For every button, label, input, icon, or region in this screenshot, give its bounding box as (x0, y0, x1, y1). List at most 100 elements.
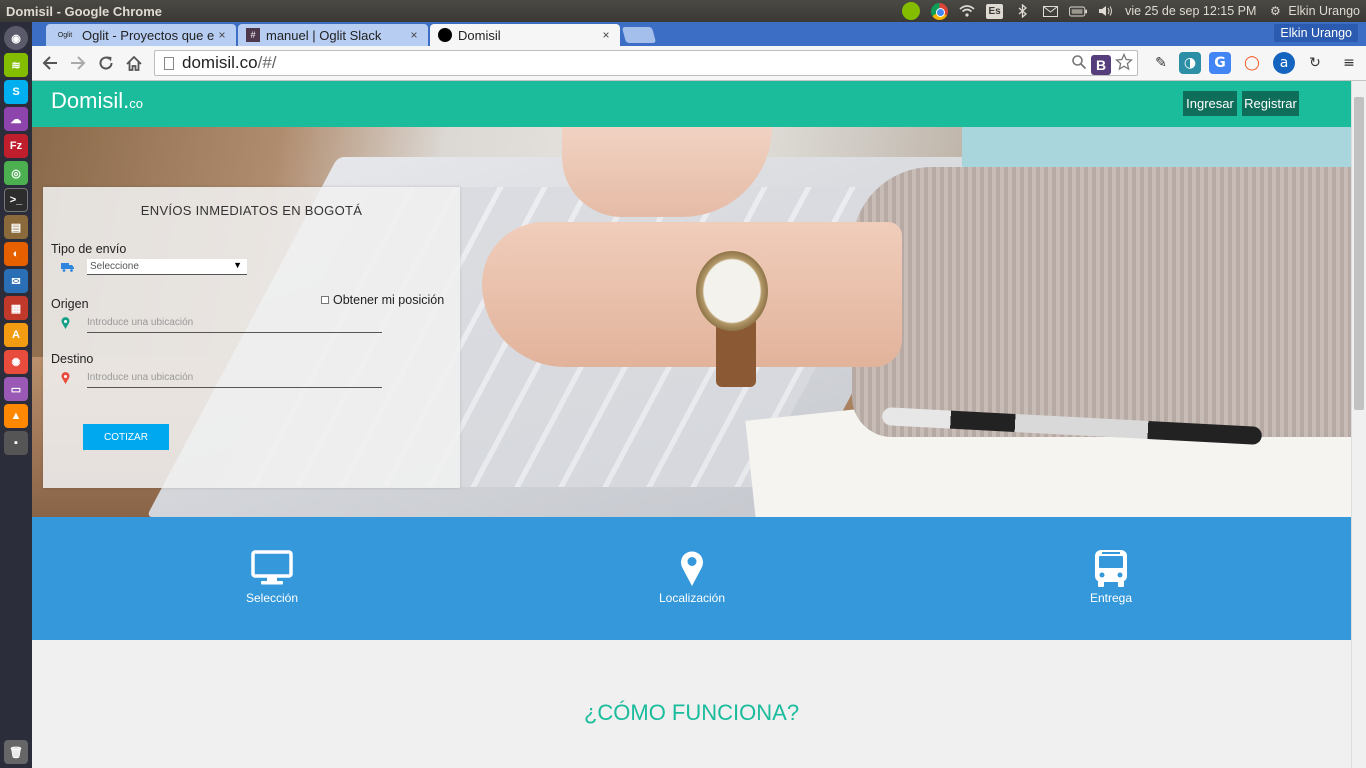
close-icon[interactable]: × (406, 28, 422, 42)
page-scrollbar[interactable] (1351, 81, 1366, 768)
form-title: ENVÍOS INMEDIATOS EN BOGOTÁ (140, 203, 363, 218)
domisil-favicon (438, 28, 452, 42)
clock[interactable]: vie 25 de sep 12:15 PM (1125, 4, 1256, 18)
close-icon[interactable]: × (598, 28, 614, 42)
forward-button[interactable] (64, 49, 92, 77)
trash-icon[interactable]: 🗑 (4, 740, 28, 764)
checkbox-box[interactable] (321, 296, 329, 304)
a-extension-icon[interactable]: a (1273, 52, 1295, 74)
settings-icon[interactable]: ✺ (4, 350, 28, 374)
truck-icon (61, 262, 75, 275)
tab-label: manuel | Oglit Slack (266, 27, 382, 43)
eyedropper-extension-icon[interactable]: ✎ (1150, 52, 1172, 74)
url-text[interactable]: domisil.co/#/ (182, 53, 277, 73)
geolocate-label: Obtener mi posición (333, 293, 445, 307)
filezilla-icon[interactable]: Fz (4, 134, 28, 158)
features-band: Selección Localización Entrega (32, 517, 1351, 640)
spotify-launcher-icon[interactable]: ≋ (4, 53, 28, 77)
slack-favicon: # (246, 28, 260, 42)
bluetooth-icon[interactable] (1013, 3, 1031, 19)
vlc-icon[interactable]: ▲ (4, 404, 28, 428)
bootstrap-extension-icon[interactable]: B (1091, 54, 1111, 75)
pidgin-icon[interactable]: ☁ (4, 107, 28, 131)
wifi-icon[interactable] (958, 3, 976, 19)
bookmark-star-icon[interactable] (1114, 52, 1134, 76)
thunderbird-icon[interactable]: ✉ (4, 269, 28, 293)
hangouts-extension-icon[interactable]: ◯ (1241, 52, 1263, 74)
arm-shape (482, 222, 902, 367)
search-icon[interactable] (1071, 54, 1087, 75)
section-title: ¿CÓMO FUNCIONA? (583, 700, 800, 725)
logo-text: Domisil (51, 88, 124, 113)
sweater-shape (852, 167, 1351, 437)
translate-extension-icon[interactable]: G (1209, 52, 1231, 74)
chrome-tray-icon[interactable] (930, 2, 948, 20)
feature-label: Entrega (1089, 591, 1133, 605)
hero-image: ENVÍOS INMEDIATOS EN BOGOTÁ Tipo de enví… (32, 127, 1351, 517)
site-navbar: Domisil.co Ingresar Registrar (32, 81, 1351, 127)
origin-label: Origen (51, 297, 89, 311)
how-it-works-section: ¿CÓMO FUNCIONA? (32, 640, 1351, 768)
tab-domisil[interactable]: Domisil × (430, 24, 620, 46)
close-icon[interactable]: × (214, 28, 230, 42)
workspace-icon[interactable]: ▭ (4, 377, 28, 401)
files-icon[interactable]: ▦ (4, 296, 28, 320)
keyboard-layout-indicator[interactable]: Es (986, 3, 1004, 19)
feature-delivery: Entrega (1031, 547, 1191, 605)
session-user[interactable]: Elkin Urango (1288, 4, 1360, 18)
feature-label: Localización (658, 591, 726, 605)
battery-icon[interactable] (1069, 3, 1088, 19)
mail-icon[interactable] (1041, 3, 1059, 19)
tab-oglit[interactable]: Oglit Oglit - Proyectos que e × (46, 24, 236, 46)
map-pin-icon (612, 547, 772, 589)
tab-label: Oglit - Proyectos que e (82, 27, 214, 43)
spotify-icon[interactable] (902, 2, 921, 20)
geolocate-checkbox[interactable]: Obtener mi posición (321, 293, 444, 307)
login-button[interactable]: Ingresar (1183, 91, 1237, 116)
new-tab-button[interactable] (621, 27, 657, 43)
firefox-icon[interactable]: ◐ (4, 242, 28, 266)
gear-icon[interactable]: ⚙ (1266, 3, 1284, 19)
dash-icon[interactable]: ◉ (4, 26, 28, 50)
quote-form: ENVÍOS INMEDIATOS EN BOGOTÁ Tipo de enví… (43, 187, 460, 488)
profile-button[interactable]: Elkin Urango (1274, 24, 1358, 42)
skype-icon[interactable]: S (4, 80, 28, 104)
menu-icon[interactable]: ≡ (1338, 52, 1360, 74)
page-icon (164, 56, 174, 70)
destination-pin-icon (61, 372, 70, 387)
reload-button[interactable] (92, 49, 120, 77)
home-button[interactable] (120, 49, 148, 77)
shipping-type-label: Tipo de envío (51, 242, 127, 256)
quote-button[interactable]: COTIZAR (83, 424, 169, 450)
drive-icon[interactable]: ▪ (4, 431, 28, 455)
origin-input[interactable]: Introduce una ubicación (87, 317, 382, 333)
browser-tab-strip: Oglit Oglit - Proyectos que e × # manuel… (32, 22, 1366, 46)
sync-extension-icon[interactable]: ↻ (1304, 52, 1326, 74)
site-logo[interactable]: Domisil.co (51, 88, 143, 114)
feature-label: Selección (245, 591, 299, 605)
shipping-type-select[interactable]: Seleccione ▼ (87, 259, 247, 275)
back-button[interactable] (36, 49, 64, 77)
bus-icon (1031, 547, 1191, 589)
logo-tld: co (129, 96, 143, 111)
register-button[interactable]: Registrar (1242, 91, 1299, 116)
tab-slack[interactable]: # manuel | Oglit Slack × (238, 24, 428, 46)
software-center-icon[interactable]: A (4, 323, 28, 347)
url-host: domisil.co (182, 53, 258, 72)
disks-icon[interactable]: ▤ (4, 215, 28, 239)
scrollbar-thumb[interactable] (1354, 97, 1364, 410)
feature-selection: Selección (192, 547, 352, 605)
chrome-launcher-icon[interactable]: ◎ (4, 161, 28, 185)
destination-label: Destino (51, 352, 94, 366)
feature-location: Localización (612, 547, 772, 605)
unity-launcher: ◉ ≋ S ☁ Fz ◎ >_ ▤ ◐ ✉ ▦ A ✺ ▭ ▲ ▪ 🗑 (0, 22, 32, 768)
origin-pin-icon (61, 317, 70, 332)
address-bar[interactable]: domisil.co/#/ B (154, 50, 1138, 76)
url-path: /#/ (257, 53, 277, 72)
terminal-icon[interactable]: >_ (4, 188, 28, 212)
volume-icon[interactable] (1097, 3, 1115, 19)
destination-input[interactable]: Introduce una ubicación (87, 372, 382, 388)
shipping-type-value: Seleccione (90, 261, 139, 272)
monitor-icon (192, 547, 352, 589)
web-extension-icon[interactable]: ◑ (1179, 52, 1201, 74)
